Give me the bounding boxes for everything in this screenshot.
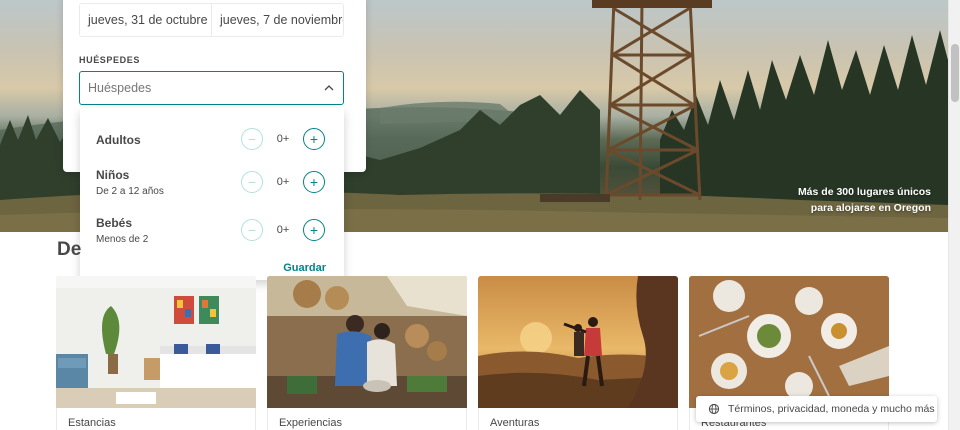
children-plus-button[interactable]: + xyxy=(303,171,325,193)
card-photo-stays xyxy=(56,276,256,408)
hero-caption: Más de 300 lugares únicos para alojarse … xyxy=(798,184,931,216)
guests-placeholder: Huéspedes xyxy=(88,81,152,95)
card-label: Experiencias xyxy=(279,417,342,429)
card-label: Aventuras xyxy=(490,417,540,429)
category-card-adventures[interactable]: Aventuras xyxy=(478,276,678,430)
card-photo-adventures xyxy=(478,276,678,408)
card-label-box: Estancias xyxy=(56,408,256,430)
category-card-stays[interactable]: Estancias xyxy=(56,276,256,430)
page: Más de 300 lugares únicos para alojarse … xyxy=(0,0,960,430)
adults-count: 0+ xyxy=(276,133,290,145)
guest-row-infants: Bebés Menos de 2 − 0+ + xyxy=(96,216,330,250)
guests-select[interactable]: Huéspedes xyxy=(79,71,344,105)
infants-plus-button[interactable]: + xyxy=(303,219,325,241)
guest-row-subtitle: De 2 a 12 años xyxy=(96,186,164,197)
card-label-box: Aventuras xyxy=(478,408,678,430)
card-label: Estancias xyxy=(68,417,116,429)
guests-dropdown: Adultos − 0+ + Niños De 2 a 12 años − 0+… xyxy=(80,108,344,280)
hero-caption-line2: para alojarse en Oregon xyxy=(810,202,931,214)
guest-row-title: Niños xyxy=(96,168,130,182)
checkin-date[interactable]: jueves, 31 de octubre xyxy=(80,4,211,36)
guest-row-adults: Adultos − 0+ + xyxy=(96,128,330,164)
checkout-date[interactable]: jueves, 7 de noviembre xyxy=(211,4,343,36)
children-minus-button[interactable]: − xyxy=(241,171,263,193)
section-title: De xyxy=(57,239,82,260)
save-button[interactable]: Guardar xyxy=(283,262,326,274)
page-scrollbar[interactable] xyxy=(948,0,960,430)
guest-row-title: Adultos xyxy=(96,133,141,147)
children-count: 0+ xyxy=(276,176,290,188)
infants-minus-button[interactable]: − xyxy=(241,219,263,241)
card-photo-restaurants xyxy=(689,276,889,408)
card-label-box: Experiencias xyxy=(267,408,467,430)
guests-label: HUÉSPEDES xyxy=(79,55,140,65)
adults-plus-button[interactable]: + xyxy=(303,128,325,150)
globe-icon xyxy=(708,403,720,415)
adults-minus-button[interactable]: − xyxy=(241,128,263,150)
footer-links-button[interactable]: Términos, privacidad, moneda y mucho más xyxy=(696,396,937,422)
scrollbar-thumb[interactable] xyxy=(951,44,959,102)
guest-row-children: Niños De 2 a 12 años − 0+ + xyxy=(96,168,330,202)
card-photo-experiences xyxy=(267,276,467,408)
date-range-picker[interactable]: jueves, 31 de octubre jueves, 7 de novie… xyxy=(79,3,344,37)
infants-count: 0+ xyxy=(276,224,290,236)
category-card-experiences[interactable]: Experiencias xyxy=(267,276,467,430)
footer-links-text: Términos, privacidad, moneda y mucho más xyxy=(728,403,935,415)
chevron-up-icon xyxy=(324,85,334,91)
guest-row-title: Bebés xyxy=(96,216,133,230)
guest-row-subtitle: Menos de 2 xyxy=(96,234,149,245)
hero-caption-line1: Más de 300 lugares únicos xyxy=(797,186,931,198)
